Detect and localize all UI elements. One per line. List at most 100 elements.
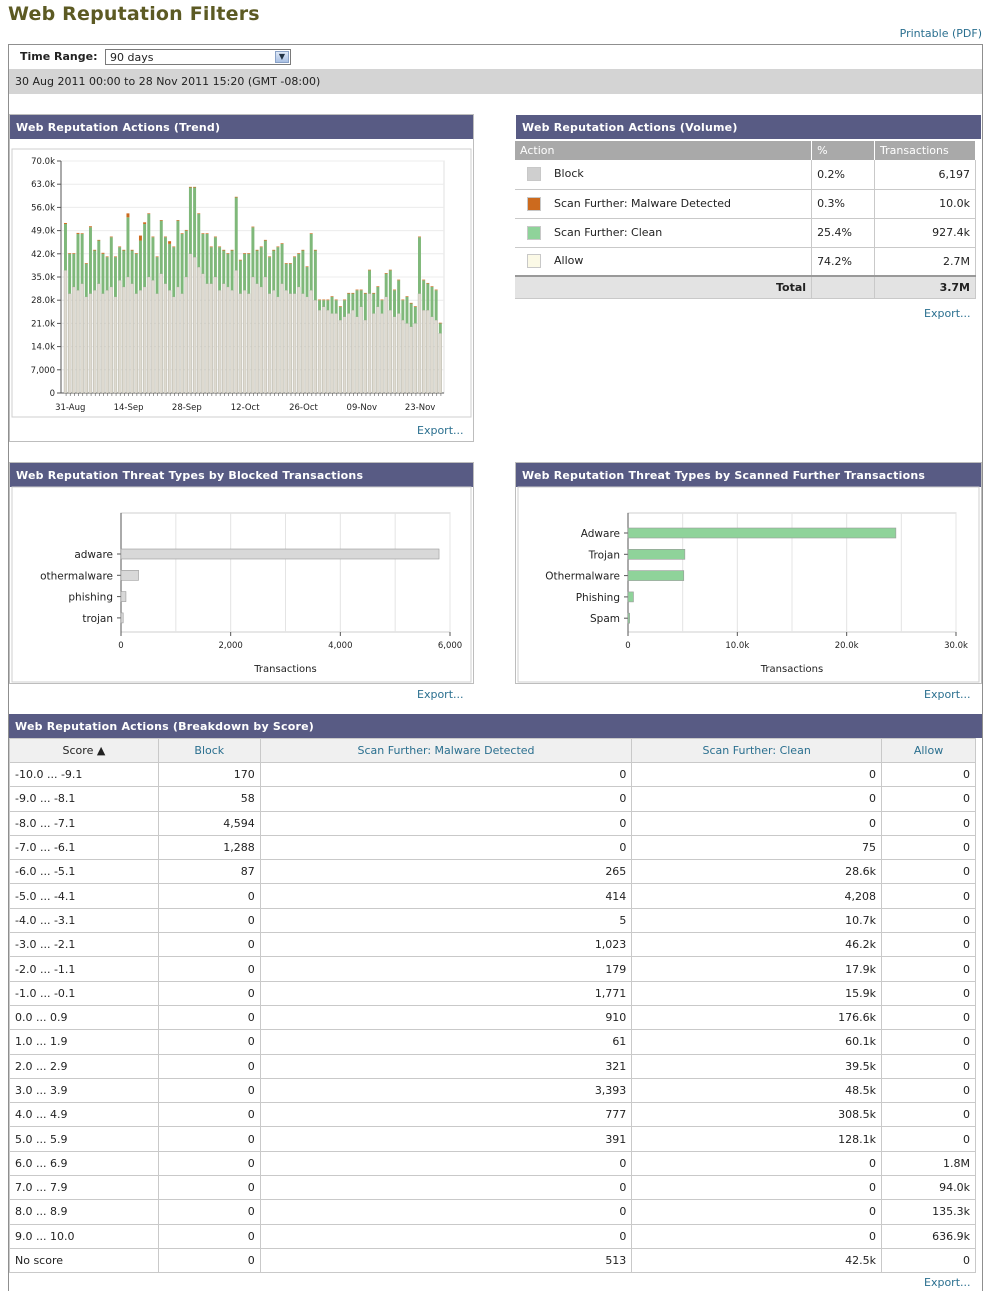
trend-bar-segment (326, 309, 330, 394)
breakdown-row: -10.0 ... -9.1 170 0 0 0 (9, 761, 976, 788)
breakdown-score-cell: 4.0 ... 4.9 (9, 1102, 159, 1128)
chevron-down-icon[interactable]: ▼ (275, 51, 289, 63)
trend-bar-segment (218, 247, 222, 291)
breakdown-clean-cell: 0 (631, 1175, 883, 1201)
trend-bar-segment (372, 313, 376, 394)
y-tick-label: 35.0k (31, 273, 55, 283)
breakdown-allow-cell: 135.3k (881, 1199, 976, 1225)
trend-bar-segment (355, 316, 359, 394)
breakdown-block-cell: 0 (157, 1223, 261, 1249)
volume-row: Scan Further: Clean 25.4% 927.4k (515, 218, 976, 248)
trend-bar-segment (147, 276, 151, 394)
breakdown-block-cell: 4,594 (157, 810, 261, 836)
trend-bar-segment (64, 222, 67, 224)
breakdown-header-block[interactable]: Block (157, 738, 261, 763)
trend-bar-segment (413, 323, 417, 394)
breakdown-row: -5.0 ... -4.1 0 414 4,208 0 (9, 883, 976, 909)
x-tick-label: 4,000 (328, 641, 352, 651)
trend-bar-segment (376, 286, 380, 307)
trend-bar-segment (84, 263, 88, 297)
volume-pct-cell: 0.3% (811, 189, 876, 219)
trend-bar-segment (417, 293, 422, 394)
y-tick-label: 42.0k (31, 250, 55, 260)
trend-bar-segment (280, 283, 284, 394)
legend-swatch (527, 196, 541, 211)
volume-header-pct[interactable]: % (811, 141, 876, 160)
trend-bar-segment (288, 263, 292, 264)
breakdown-malware-cell: 1,023 (259, 932, 633, 958)
breakdown-malware-cell: 3,393 (259, 1077, 633, 1104)
trend-bar-segment (134, 253, 138, 294)
trend-bar-segment (384, 273, 388, 297)
trend-bar-segment (138, 235, 142, 241)
trend-bar-segment (301, 249, 305, 251)
trend-bar-segment (72, 286, 76, 394)
trend-bar-segment (438, 323, 442, 334)
breakdown-allow-cell: 0 (881, 1102, 976, 1128)
trend-bar-segment (326, 299, 330, 301)
breakdown-clean-cell: 46.2k (631, 932, 883, 958)
volume-action-cell: Allow (515, 247, 813, 277)
trend-export-link[interactable]: Export... (417, 424, 464, 437)
trend-bar-segment (68, 253, 72, 254)
x-tick-label: 6,000 (438, 641, 462, 651)
trend-bar-segment (238, 260, 242, 294)
breakdown-header-score[interactable]: Score ▲ (9, 738, 159, 763)
trend-bar-segment (247, 293, 251, 394)
legend-swatch (527, 167, 541, 182)
trend-bar-segment (384, 296, 388, 394)
breakdown-score-cell: 3.0 ... 3.9 (9, 1077, 159, 1104)
x-tick-label: 31-Aug (55, 403, 85, 413)
trend-bar-segment (163, 283, 168, 394)
blocked-chart: 0 2,000 4,000 6,000 Transactions adware otherm… (11, 486, 472, 683)
trend-bar-segment (359, 290, 363, 307)
trend-bar-segment (305, 267, 309, 297)
trend-bar-segment (122, 286, 126, 394)
y-tick-label: 21.0k (31, 319, 55, 329)
trend-bar-segment (172, 296, 176, 394)
trend-bar-segment (380, 299, 384, 301)
trend-bar-segment (405, 296, 409, 324)
printable-pdf-link[interactable]: Printable (PDF) (900, 27, 982, 40)
volume-export-link[interactable]: Export... (924, 307, 971, 320)
trend-bar-segment (105, 290, 109, 394)
trend-bar-segment (305, 266, 309, 268)
breakdown-clean-cell: 10.7k (631, 907, 883, 934)
breakdown-malware-cell: 0 (259, 834, 633, 861)
breakdown-block-cell: 0 (157, 932, 261, 958)
blocked-export-link[interactable]: Export... (417, 688, 464, 701)
trend-bar-segment (397, 279, 401, 281)
breakdown-row: 0.0 ... 0.9 0 910 176.6k 0 (9, 1004, 976, 1031)
trend-bar-segment (201, 233, 205, 274)
trend-bar-segment (317, 309, 322, 394)
trend-bar-segment (380, 313, 384, 394)
scanned-export-link[interactable]: Export... (924, 688, 971, 701)
trend-bar-segment (363, 319, 367, 394)
trend-bar-segment (93, 250, 97, 291)
time-range-select[interactable]: 90 days ▼ (105, 49, 291, 65)
trend-bar-segment (93, 249, 97, 251)
breakdown-header-allow[interactable]: Allow (881, 738, 976, 763)
trend-bar-segment (430, 316, 434, 394)
x-tick-label: 23-Nov (405, 403, 435, 413)
breakdown-export-link[interactable]: Export... (924, 1276, 971, 1289)
volume-header-transactions[interactable]: Transactions (874, 141, 976, 160)
trend-bar-segment (247, 253, 251, 254)
trend-bar-segment (117, 280, 122, 394)
scanned-panel-title: Web Reputation Threat Types by Scanned F… (516, 463, 981, 487)
trend-bar-segment (163, 236, 167, 238)
trend-bar-segment (234, 196, 238, 198)
volume-header-action[interactable]: Action (515, 141, 813, 160)
breakdown-header-clean[interactable]: Scan Further: Clean (631, 738, 883, 763)
trend-panel-title: Web Reputation Actions (Trend) (10, 115, 473, 139)
trend-bar-segment (201, 233, 205, 234)
trend-bar-segment (126, 217, 130, 277)
trend-bar-segment (97, 283, 101, 394)
breakdown-header-malware[interactable]: Scan Further: Malware Detected (259, 738, 633, 763)
x-tick-label: 09-Nov (347, 403, 377, 413)
trend-bar-segment (263, 276, 268, 394)
trend-bar-segment (426, 282, 430, 284)
trend-bar-segment (93, 290, 97, 394)
trend-bar-segment (368, 270, 371, 294)
trend-bar-segment (280, 243, 284, 284)
